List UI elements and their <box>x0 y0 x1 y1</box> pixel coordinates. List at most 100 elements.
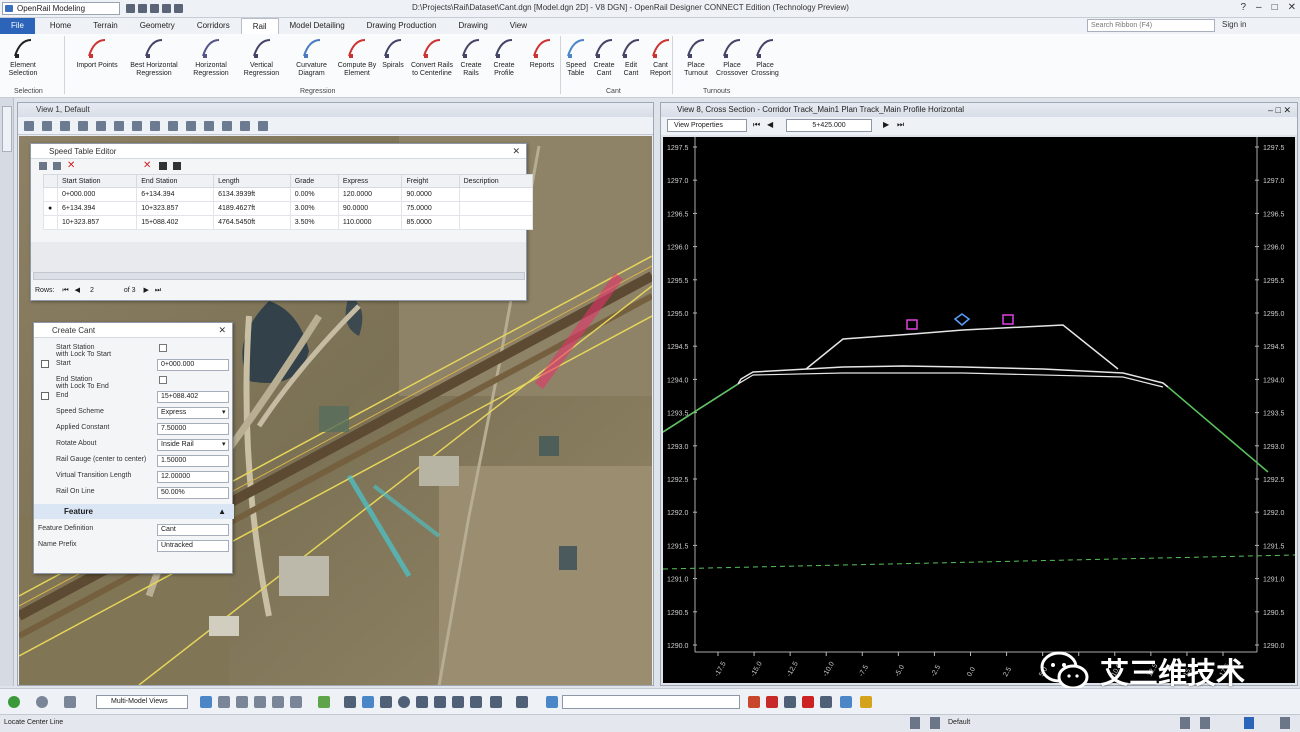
ribbon-speed-table-button[interactable]: Speed Table <box>562 36 590 78</box>
table-cell[interactable]: 120.0000 <box>337 187 403 202</box>
column-header[interactable]: Freight <box>401 174 460 188</box>
import-icon[interactable] <box>159 162 167 170</box>
column-header[interactable]: Express <box>337 174 403 188</box>
redo-icon[interactable] <box>162 4 171 13</box>
table-cell[interactable]: 6+134.394 <box>56 201 138 216</box>
column-header[interactable]: End Station <box>136 174 215 188</box>
snap-status-icon[interactable] <box>1180 717 1190 729</box>
minimize-button[interactable]: – <box>1256 2 1262 13</box>
undo-icon[interactable] <box>150 4 159 13</box>
field-input[interactable]: 12.00000 <box>157 471 229 483</box>
save-icon[interactable] <box>138 4 147 13</box>
ribbon-create-rails-button[interactable]: Create Rails <box>456 36 486 78</box>
tab-corridors[interactable]: Corridors <box>186 18 241 34</box>
field-input[interactable]: 15+088.402 <box>157 391 229 403</box>
first-station-button[interactable]: ⏮ <box>753 120 760 130</box>
table-cell[interactable]: 75.0000 <box>401 201 460 216</box>
search-ribbon-input[interactable]: Search Ribbon (F4) <box>1087 19 1215 32</box>
explorer-tab[interactable] <box>2 106 12 152</box>
active-angle-icon[interactable] <box>840 696 852 708</box>
field-dropdown[interactable]: Inside Rail <box>157 439 229 451</box>
field-input[interactable]: 7.50000 <box>157 423 229 435</box>
pan-icon[interactable] <box>132 121 142 131</box>
field-input[interactable]: 0+000.000 <box>157 359 229 371</box>
ribbon-place-crossing-button[interactable]: Place Crossing <box>750 36 780 78</box>
ribbon-import-points-button[interactable]: Import Points <box>72 36 122 70</box>
tab-rail[interactable]: Rail <box>240 18 279 34</box>
page-number[interactable]: 2 <box>90 287 94 294</box>
view-4-button[interactable] <box>254 696 266 708</box>
column-header[interactable]: Start Station <box>56 174 138 188</box>
tab-model-detailing[interactable]: Model Detailing <box>279 18 356 34</box>
lock-icon[interactable] <box>860 696 872 708</box>
last-page-button[interactable]: ⏭ <box>155 287 161 294</box>
measure-icon[interactable] <box>820 696 832 708</box>
ribbon-convert-rails-to-centerline-button[interactable]: Convert Rails to Centerline <box>408 36 456 78</box>
open-icon[interactable] <box>126 4 135 13</box>
lock-checkbox[interactable] <box>41 360 49 368</box>
tab-terrain[interactable]: Terrain <box>82 18 128 34</box>
view-properties-dropdown[interactable]: View Properties <box>667 119 747 132</box>
table-row[interactable]: ● 6+134.394 10+323.857 4189.4627ft 3.00% 90.0… <box>43 201 534 216</box>
clip-volume-icon[interactable] <box>240 121 250 131</box>
ribbon-create-cant-button[interactable]: Create Cant <box>590 36 618 78</box>
fillet-icon[interactable] <box>490 696 502 708</box>
view-5-button[interactable] <box>272 696 284 708</box>
field-dropdown[interactable]: Express <box>157 407 229 419</box>
lock-status-icon[interactable] <box>910 717 920 729</box>
ribbon-place-crossover-button[interactable]: Place Crossover <box>714 36 750 78</box>
view-8-controls[interactable]: – □ ✕ <box>1268 103 1291 117</box>
table-cell[interactable]: 90.0000 <box>337 201 403 216</box>
sign-in-link[interactable]: Sign in <box>1222 20 1246 29</box>
table-row[interactable]: 0+000.000 6+134.394 6134.3939ft 0.00% 120.00… <box>43 187 534 202</box>
field-input[interactable]: Untracked <box>157 540 229 552</box>
table-cell[interactable]: 10+323.857 <box>56 215 138 230</box>
tab-file[interactable]: File <box>0 18 35 34</box>
field-dropdown[interactable]: Cant <box>157 524 229 536</box>
table-cell[interactable] <box>458 187 534 202</box>
table-cell[interactable]: 90.0000 <box>401 187 460 202</box>
line-icon[interactable] <box>344 696 356 708</box>
design-status-icon[interactable] <box>930 717 940 729</box>
table-cell[interactable]: 0+000.000 <box>56 187 138 202</box>
feature-section-header[interactable]: Feature ▲ <box>34 504 234 519</box>
rotate-icon[interactable] <box>150 121 160 131</box>
previous-view-icon[interactable] <box>168 121 178 131</box>
extend-icon[interactable] <box>470 696 482 708</box>
help-icon[interactable]: ? <box>1240 2 1246 13</box>
collapse-icon[interactable]: ▲ <box>218 504 226 519</box>
table-cell[interactable] <box>458 201 534 216</box>
row-selector[interactable] <box>43 187 58 202</box>
ribbon-reports-button[interactable]: Reports <box>522 36 562 70</box>
table-cell[interactable]: 10+323.857 <box>136 201 215 216</box>
accudraw-icon[interactable] <box>8 696 20 708</box>
element-select-icon[interactable] <box>318 696 330 708</box>
copy-view-icon[interactable] <box>204 121 214 131</box>
table-cell[interactable]: 4764.5450ft <box>213 215 291 230</box>
view-6-button[interactable] <box>290 696 302 708</box>
horizontal-scrollbar[interactable] <box>33 272 525 280</box>
delete-icon[interactable] <box>434 696 446 708</box>
window-area-icon[interactable] <box>114 121 124 131</box>
level-icon[interactable] <box>546 696 558 708</box>
ribbon-best-horizontal-regression-button[interactable]: Best Horizontal Regression <box>122 36 186 78</box>
display-style-icon[interactable] <box>42 121 52 131</box>
print-icon[interactable] <box>174 4 183 13</box>
save-status-icon[interactable] <box>1244 717 1254 729</box>
undo-status-icon[interactable] <box>1200 717 1210 729</box>
view-2-button[interactable] <box>218 696 230 708</box>
column-header[interactable]: Description <box>458 174 534 188</box>
message-center-icon[interactable] <box>1280 717 1290 729</box>
ribbon-spirals-button[interactable]: Spirals <box>378 36 408 70</box>
table-cell[interactable]: 110.0000 <box>337 215 403 230</box>
tab-drawing-production[interactable]: Drawing Production <box>356 18 448 34</box>
view-mode-dropdown[interactable]: Multi-Model Views <box>96 695 188 709</box>
prev-page-button[interactable]: ◀ <box>75 287 80 294</box>
view-settings-icon[interactable] <box>222 121 232 131</box>
delete-row-icon[interactable]: ✕ <box>143 160 151 171</box>
lock-to-checkbox[interactable] <box>159 376 167 384</box>
save-icon[interactable] <box>53 162 61 170</box>
column-header[interactable]: Grade <box>289 174 339 188</box>
new-row-icon[interactable] <box>39 162 47 170</box>
text-style-icon[interactable] <box>802 696 814 708</box>
